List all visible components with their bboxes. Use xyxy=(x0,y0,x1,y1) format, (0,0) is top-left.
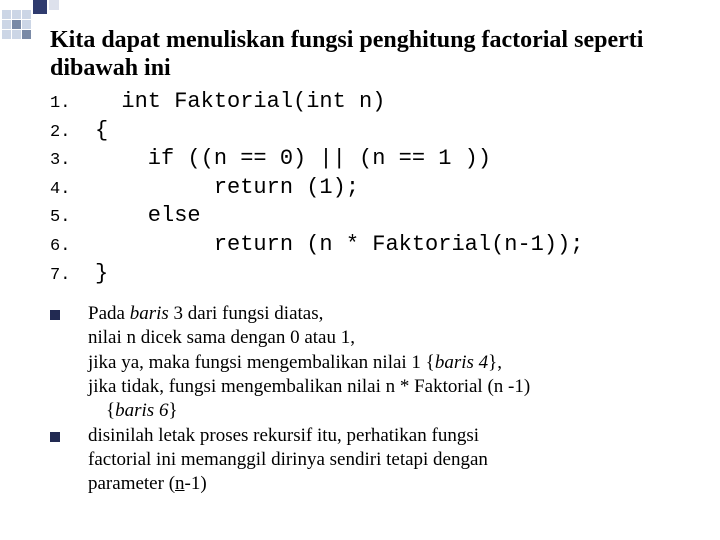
line-number: 3. xyxy=(50,150,95,172)
text: } xyxy=(168,400,177,421)
code-line: 2. { xyxy=(50,117,700,146)
text: }, xyxy=(488,352,502,373)
code-text: if ((n == 0) || (n == 1 )) xyxy=(95,145,491,174)
line-number: 5. xyxy=(50,207,95,229)
code-line: 5. else xyxy=(50,202,700,231)
line-number: 2. xyxy=(50,122,95,144)
text: Pada xyxy=(88,303,130,324)
notes-section: Pada baris 3 dari fungsi diatas, nilai n… xyxy=(50,302,690,497)
text: factorial ini memanggil dirinya sendiri … xyxy=(88,449,488,470)
line-number: 7. xyxy=(50,265,95,287)
code-line: 6. return (n * Faktorial(n-1)); xyxy=(50,231,700,260)
bullet-icon xyxy=(50,310,60,320)
note-text: disinilah letak proses rekursif itu, per… xyxy=(88,424,488,497)
note-item: disinilah letak proses rekursif itu, per… xyxy=(50,424,690,497)
bullet-icon xyxy=(50,432,60,442)
note-text: Pada baris 3 dari fungsi diatas, nilai n… xyxy=(88,302,530,424)
text: parameter ( xyxy=(88,473,175,494)
text-italic: baris xyxy=(130,303,169,324)
code-text: { xyxy=(95,117,108,146)
text: nilai n dicek sama dengan 0 atau 1, xyxy=(88,327,355,348)
slide-title: Kita dapat menuliskan fungsi penghitung … xyxy=(50,26,690,83)
text: jika ya, maka fungsi mengembalikan nilai… xyxy=(88,352,435,373)
code-text: int Faktorial(int n) xyxy=(95,88,385,117)
line-number: 1. xyxy=(50,93,95,115)
text: disinilah letak proses rekursif itu, per… xyxy=(88,425,479,446)
code-line: 3. if ((n == 0) || (n == 1 )) xyxy=(50,145,700,174)
code-text: return (n * Faktorial(n-1)); xyxy=(95,231,583,260)
code-line: 7. } xyxy=(50,260,700,289)
note-item: Pada baris 3 dari fungsi diatas, nilai n… xyxy=(50,302,690,424)
text: 3 dari fungsi diatas, xyxy=(169,303,324,324)
slide: Kita dapat menuliskan fungsi penghitung … xyxy=(0,0,720,540)
line-number: 6. xyxy=(50,236,95,258)
text: jika tidak, fungsi mengembalikan nilai n… xyxy=(88,376,530,397)
code-text: } xyxy=(95,260,108,289)
text-italic: baris 4 xyxy=(435,352,488,373)
code-text: else xyxy=(95,202,201,231)
code-block: 1. int Faktorial(int n) 2. { 3. if ((n =… xyxy=(50,88,700,288)
code-line: 4. return (1); xyxy=(50,174,700,203)
text: -1) xyxy=(185,473,207,494)
code-line: 1. int Faktorial(int n) xyxy=(50,88,700,117)
text-underline: n xyxy=(175,473,185,494)
line-number: 4. xyxy=(50,179,95,201)
text: { xyxy=(106,400,115,421)
text-italic: baris 6 xyxy=(115,400,168,421)
code-text: return (1); xyxy=(95,174,359,203)
